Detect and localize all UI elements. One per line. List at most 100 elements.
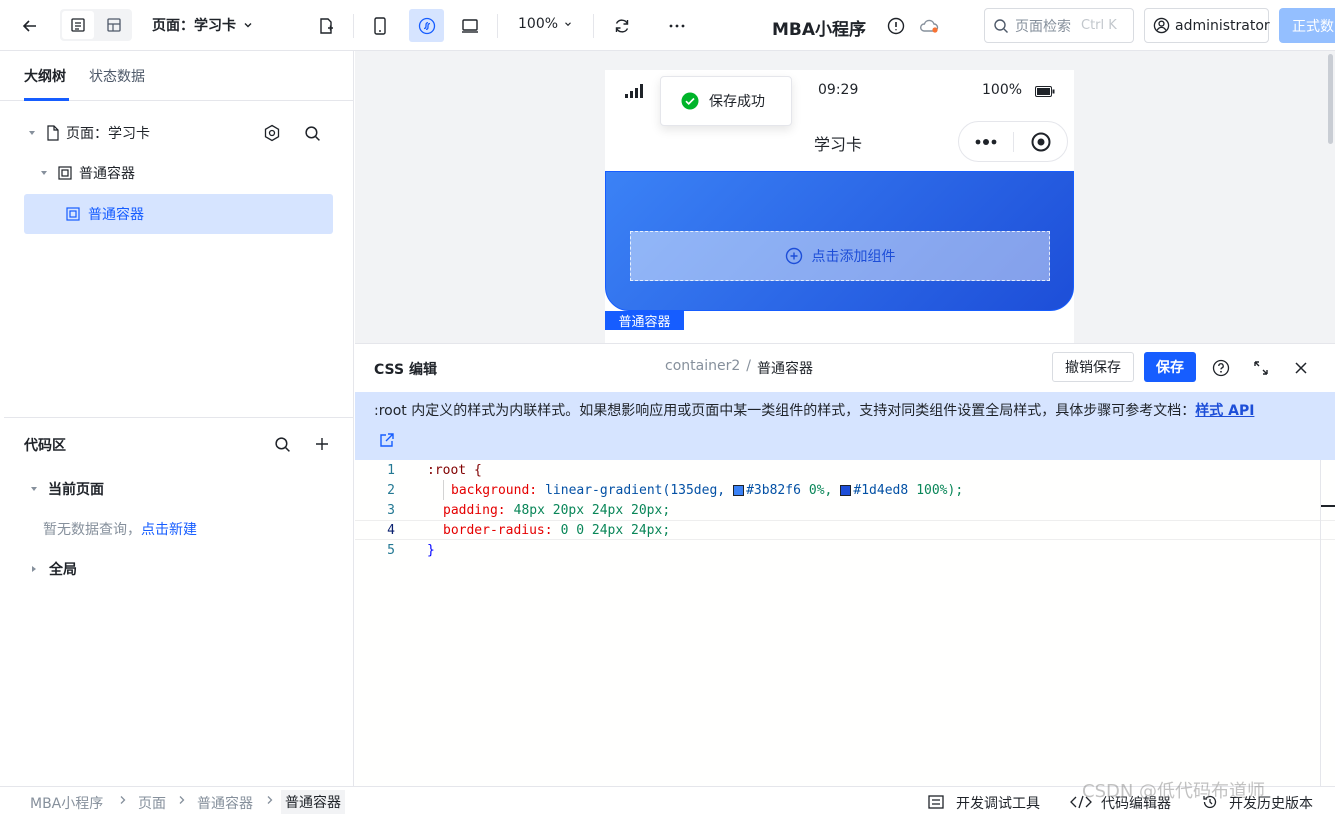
container-icon (58, 166, 72, 180)
code-value: #1d4ed8 (853, 482, 909, 498)
external-link-icon[interactable] (377, 430, 397, 450)
chevron-right-icon (177, 793, 187, 809)
code-line: 5 } (355, 540, 1335, 560)
zoom-value: 100% (518, 16, 559, 32)
outline-view-icon[interactable] (62, 11, 94, 39)
line-number: 2 (387, 482, 395, 498)
page-selector-label: 页面：学习卡 (152, 18, 236, 34)
code-editor[interactable]: 1 :root { 2 background: linear-gradient(… (355, 460, 1335, 787)
color-swatch[interactable] (840, 484, 852, 496)
expand-icon[interactable] (1250, 357, 1272, 379)
line-number: 3 (387, 502, 395, 518)
caret-down-icon (30, 485, 38, 493)
panel-divider (4, 417, 353, 418)
info-icon[interactable] (885, 15, 907, 37)
path-separator: / (746, 358, 751, 374)
empty-query-text: 暂无数据查询，点击新建 (43, 519, 197, 539)
tree-item-label: 普通容器 (79, 166, 135, 182)
code-selector: :root { (427, 462, 482, 478)
current-page-group[interactable]: 当前页面 (30, 479, 104, 499)
page-selector[interactable]: 页面：学习卡 (152, 15, 254, 35)
tab-state-data[interactable]: 状态数据 (89, 66, 145, 86)
canvas-scrollbar[interactable] (1326, 51, 1335, 343)
style-api-link[interactable]: 样式 API (1195, 403, 1254, 419)
path-root[interactable]: container2 (665, 358, 740, 378)
cursor-marker (1321, 505, 1335, 507)
debug-tool-button[interactable]: 开发调试工具 (956, 793, 1040, 813)
publish-button[interactable]: 正式数 (1279, 8, 1335, 43)
breadcrumb-app[interactable]: MBA小程序 (30, 793, 103, 813)
layout-view-icon[interactable] (98, 11, 130, 39)
search-shortcut: Ctrl K (1081, 18, 1117, 33)
color-swatch[interactable] (733, 484, 745, 496)
selected-component-tag: 普通容器 (605, 311, 684, 330)
path-leaf: 普通容器 (756, 361, 813, 377)
breadcrumb-container[interactable]: 普通容器 (197, 793, 253, 813)
code-property: border-radius: (443, 522, 553, 538)
search-icon[interactable] (302, 123, 322, 143)
divider (353, 14, 354, 38)
refresh-icon[interactable] (610, 14, 634, 38)
nav-title: 学习卡 (814, 135, 863, 154)
code-line: 1 :root { (355, 460, 1335, 480)
css-editor-panel: CSS 编辑 container2 / 普通容器 撤销保存 保存 :root 内… (355, 343, 1335, 787)
code-value: 48px 20px 24px 20px; (513, 502, 671, 518)
battery-percent: 100% (982, 82, 1023, 98)
breadcrumb-page[interactable]: 页面 (138, 793, 166, 813)
status-time: 09:29 (818, 82, 859, 98)
close-target-icon[interactable] (1029, 131, 1053, 153)
search-icon[interactable] (272, 434, 292, 454)
search-input[interactable]: 页面检索 Ctrl K (984, 8, 1134, 43)
miniprogram-device-icon[interactable] (409, 9, 444, 42)
notice-banner: :root 内定义的样式为内联样式。如果想影响应用或页面中某一类组件的样式，支持… (355, 392, 1335, 460)
more-icon[interactable] (665, 14, 689, 38)
code-area-title: 代码区 (24, 438, 66, 454)
mobile-device-icon[interactable] (368, 14, 392, 38)
plus-circle-icon (785, 247, 803, 265)
notice-body: :root 内定义的样式为内联样式。如果想影响应用或页面中某一类组件的样式，支持… (374, 403, 1196, 419)
add-component-label: 点击添加组件 (811, 249, 896, 265)
desktop-device-icon[interactable] (458, 14, 482, 38)
add-component-slot[interactable]: 点击添加组件 (630, 231, 1050, 281)
chevron-down-icon (242, 19, 254, 31)
code-value: linear-gradient(135deg, (545, 482, 726, 498)
current-page-label: 当前页面 (48, 482, 104, 498)
signal-icon (625, 84, 647, 102)
zoom-select[interactable]: 100% (518, 16, 573, 32)
save-button[interactable]: 保存 (1144, 352, 1196, 382)
help-icon[interactable] (1210, 357, 1232, 379)
editor-title: CSS 编辑 (374, 362, 437, 378)
tree-item-container-selected[interactable]: 普通容器 (24, 194, 333, 234)
settings-icon[interactable] (262, 123, 282, 143)
global-group[interactable]: 全局 (30, 559, 77, 579)
success-check-icon (681, 92, 699, 110)
username: administrator (1175, 17, 1270, 34)
create-new-link[interactable]: 点击新建 (141, 522, 197, 538)
back-arrow-icon[interactable] (18, 14, 42, 38)
gradient-container[interactable]: 点击添加组件 (605, 171, 1074, 311)
add-icon[interactable] (312, 434, 332, 454)
tree-item-page[interactable]: 页面：学习卡 (24, 113, 333, 153)
tab-outline[interactable]: 大纲树 (24, 66, 66, 86)
line-number: 1 (387, 462, 395, 478)
toast-message: 保存成功 (709, 94, 765, 110)
global-label: 全局 (49, 562, 77, 578)
revert-save-button[interactable]: 撤销保存 (1052, 352, 1134, 382)
close-icon[interactable] (1290, 357, 1312, 379)
user-menu[interactable]: administrator (1144, 8, 1270, 43)
chevron-down-icon (563, 19, 573, 29)
tree-item-container[interactable]: 普通容器 (24, 153, 333, 193)
scroll-thumb[interactable] (1328, 54, 1333, 144)
capsule-divider (1013, 132, 1014, 152)
app-title: MBA小程序 (772, 20, 867, 40)
empty-text: 暂无数据查询， (43, 522, 141, 538)
editor-ruler (1320, 460, 1321, 787)
caret-down-icon (40, 169, 54, 177)
debug-tool-icon (928, 795, 944, 813)
more-dots-icon[interactable] (971, 132, 1001, 152)
new-page-icon[interactable] (314, 14, 338, 38)
cloud-sync-icon[interactable] (918, 15, 940, 37)
user-avatar-icon (1153, 17, 1170, 34)
capsule-menu[interactable] (958, 121, 1068, 162)
line-number: 4 (387, 522, 395, 538)
